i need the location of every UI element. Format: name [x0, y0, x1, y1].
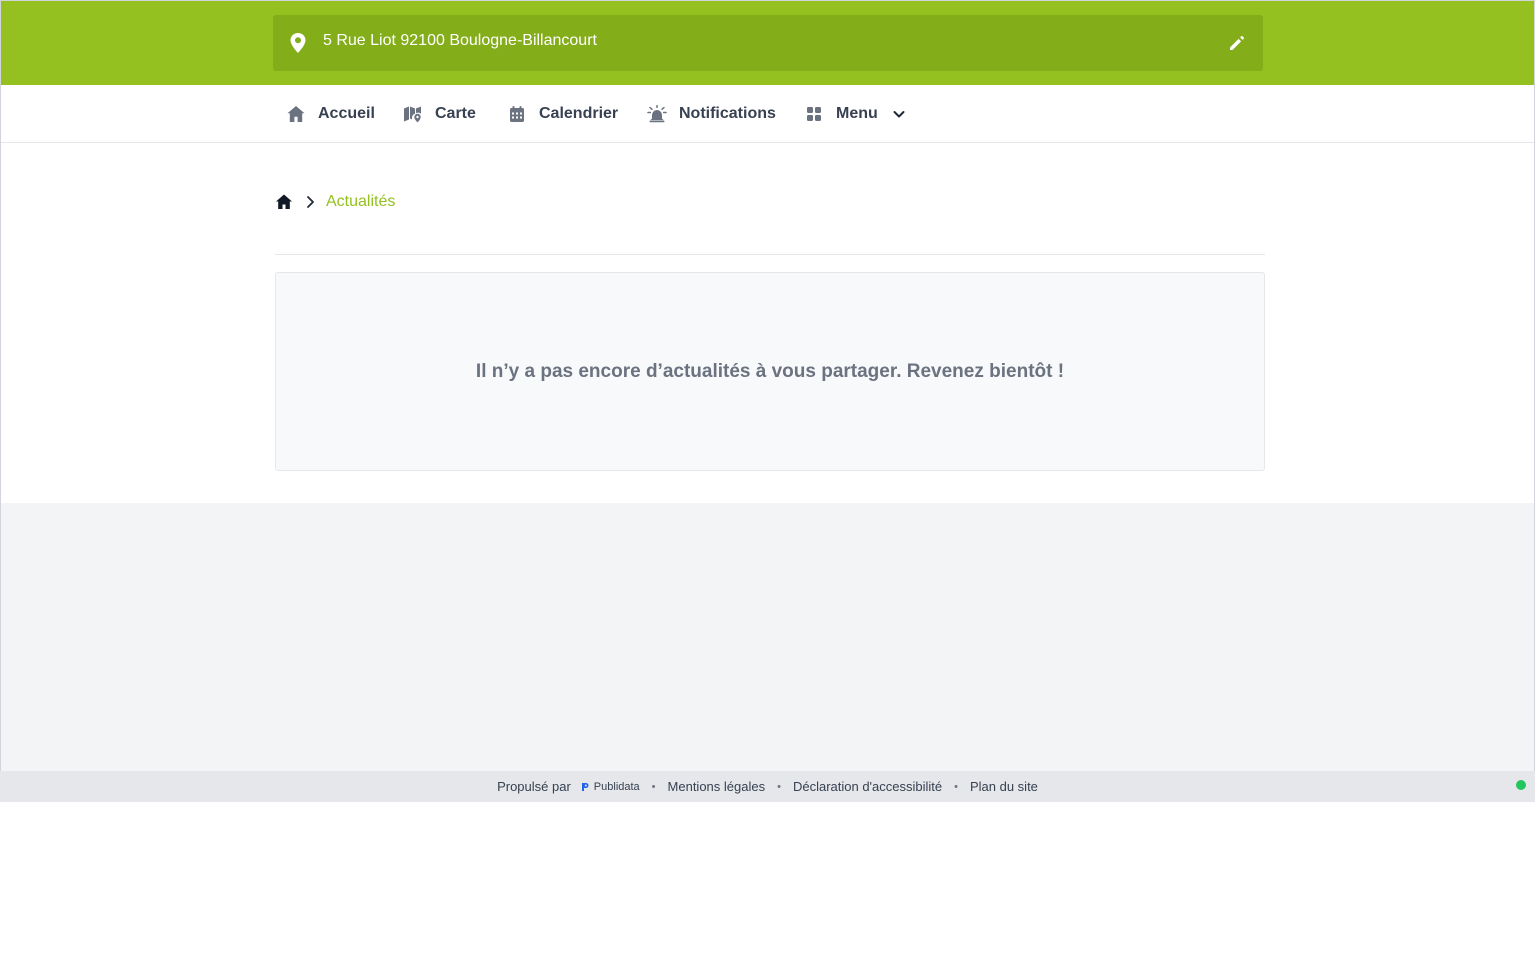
grid-icon — [807, 106, 821, 121]
home-icon — [287, 105, 305, 122]
footer-links: Propulsé par Publidata • Mentions légale… — [0, 771, 1535, 802]
content-background — [1, 503, 1534, 772]
footer-link-accessibility[interactable]: Déclaration d'accessibilité — [793, 779, 942, 794]
breadcrumb: Actualités — [275, 191, 395, 213]
pencil-icon[interactable] — [1228, 34, 1246, 52]
empty-state-message: Il n’y a pas encore d’actualités à vous … — [475, 360, 1065, 382]
chevron-down-icon — [893, 110, 905, 117]
nav-item-notifications[interactable]: Notifications — [647, 85, 776, 142]
nav-item-menu[interactable]: Menu — [804, 85, 906, 142]
footer-separator: • — [954, 780, 958, 793]
breadcrumb-current: Actualités — [326, 193, 396, 210]
nav-item-label: Carte — [435, 104, 476, 122]
page-frame: 5 Rue Liot 92100 Boulogne-Billancourt Ac… — [0, 0, 1535, 800]
empty-state-card: Il n’y a pas encore d’actualités à vous … — [275, 272, 1265, 471]
address-text: 5 Rue Liot 92100 Boulogne-Billancourt — [323, 32, 597, 49]
status-indicator — [1516, 780, 1526, 790]
alarm-bell-icon — [647, 104, 667, 122]
footer-link-mentions[interactable]: Mentions légales — [668, 779, 766, 794]
nav-item-accueil[interactable]: Accueil — [286, 85, 375, 142]
footer-separator: • — [777, 780, 781, 793]
map-icon — [404, 106, 421, 122]
address-selector[interactable]: 5 Rue Liot 92100 Boulogne-Billancourt — [273, 15, 1263, 71]
publidata-logo-icon — [581, 782, 589, 791]
chevron-right-icon — [307, 196, 314, 208]
nav-item-label: Accueil — [318, 104, 375, 122]
nav-item-carte[interactable]: Carte — [403, 85, 476, 142]
nav-item-calendrier[interactable]: Calendrier — [507, 85, 618, 142]
publidata-link[interactable]: Publidata — [581, 781, 640, 793]
divider — [275, 254, 1265, 255]
main-nav: Accueil Carte Calendrier Notifications M… — [1, 85, 1534, 143]
footer: Propulsé par Publidata • Mentions légale… — [0, 771, 1535, 802]
calendar-icon — [510, 105, 524, 122]
nav-item-label: Notifications — [679, 104, 776, 122]
nav-item-label: Calendrier — [539, 104, 619, 122]
top-bar: 5 Rue Liot 92100 Boulogne-Billancourt — [1, 1, 1534, 85]
map-pin-icon — [290, 33, 306, 53]
nav-item-label: Menu — [836, 104, 878, 122]
footer-separator: • — [651, 780, 656, 793]
footer-link-sitemap[interactable]: Plan du site — [970, 779, 1038, 794]
publidata-label: Publidata — [593, 780, 640, 793]
home-icon[interactable] — [275, 193, 293, 211]
powered-by-text: Propulsé par — [497, 779, 571, 794]
